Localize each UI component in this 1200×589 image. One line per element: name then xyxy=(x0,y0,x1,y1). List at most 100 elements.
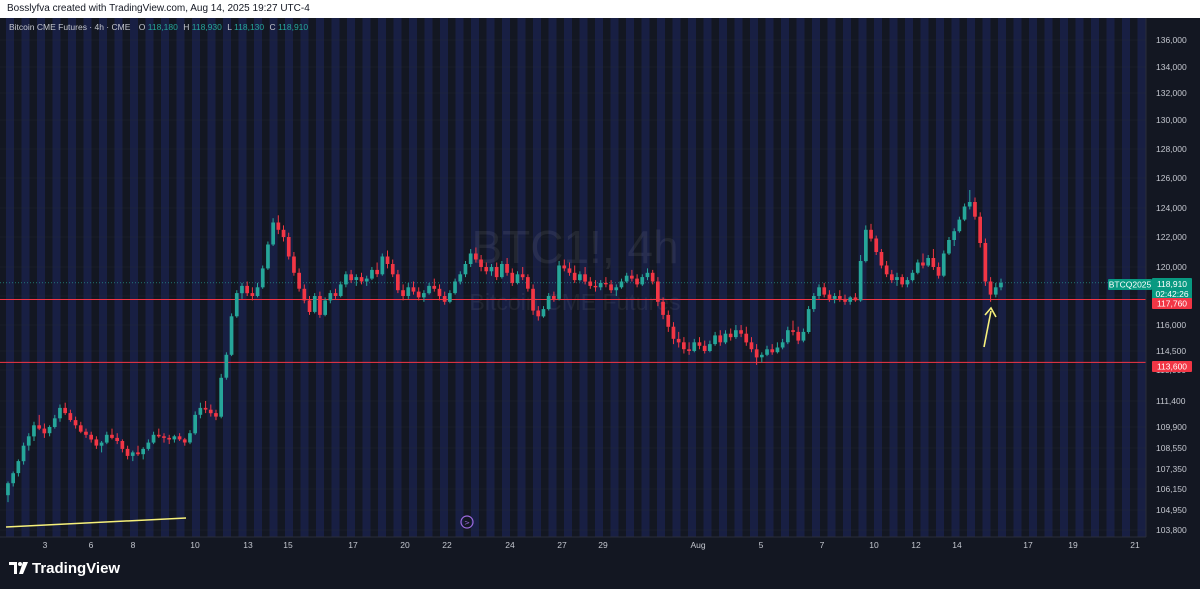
candle-body xyxy=(510,272,515,283)
candle-body xyxy=(203,407,208,410)
candle-body xyxy=(978,216,982,243)
candle-body xyxy=(58,407,62,419)
candle-body xyxy=(900,277,904,285)
candle-body xyxy=(947,240,951,254)
candle-body xyxy=(895,277,899,280)
candle-body xyxy=(957,219,962,232)
session-band xyxy=(83,18,92,537)
candle-body xyxy=(177,436,182,440)
time-tick-label: 15 xyxy=(283,540,293,550)
candle-body xyxy=(869,229,873,239)
candle-body xyxy=(188,433,192,443)
candle-body xyxy=(198,407,203,415)
session-band xyxy=(207,18,216,537)
candle-body xyxy=(219,377,223,417)
candle-body xyxy=(791,330,795,332)
candle-body xyxy=(26,436,31,446)
candle-body xyxy=(427,285,431,294)
chart-area[interactable]: BTC1!, 4h Bitcoin CME Futures > 136,0001… xyxy=(0,18,1200,550)
session-band xyxy=(688,18,696,537)
candle xyxy=(219,373,223,419)
candle-body xyxy=(744,333,749,343)
candle-body xyxy=(692,342,697,351)
candle-body xyxy=(515,274,520,283)
session-band xyxy=(920,18,929,537)
candle-body xyxy=(255,287,260,296)
time-tick-label: 13 xyxy=(243,540,253,550)
candle-body xyxy=(910,272,915,281)
candle-body xyxy=(120,441,125,449)
session-band xyxy=(114,18,123,537)
time-tick-label: 22 xyxy=(442,540,452,550)
session-band xyxy=(99,18,107,537)
candle-body xyxy=(671,326,676,339)
candle-body xyxy=(936,267,941,276)
candle-body xyxy=(276,222,281,230)
session-band xyxy=(843,18,851,537)
legend-open-value: 118,180 xyxy=(148,22,178,32)
candle-body xyxy=(962,206,967,220)
candle-body xyxy=(224,354,229,378)
candle xyxy=(260,265,265,289)
candle-body xyxy=(260,268,265,288)
candle-body xyxy=(437,288,442,297)
candle-body xyxy=(474,253,478,260)
candle-body xyxy=(619,281,624,288)
session-band xyxy=(238,18,247,537)
candle-body xyxy=(302,288,307,301)
session-band xyxy=(130,18,138,537)
candle-body xyxy=(292,256,296,273)
candle-body xyxy=(572,272,577,281)
price-tick-label: 124,000 xyxy=(1156,203,1187,213)
candle-body xyxy=(734,330,738,338)
legend-close-label: C xyxy=(270,22,276,32)
candle-body xyxy=(666,314,671,327)
candle-body xyxy=(422,293,426,298)
candle-body xyxy=(661,301,665,315)
candle xyxy=(229,313,234,357)
candle xyxy=(312,293,317,314)
candle-body xyxy=(364,278,369,282)
candle-body xyxy=(42,428,47,434)
candle-body xyxy=(63,407,67,414)
candle-body xyxy=(156,434,161,437)
candle-body xyxy=(338,284,343,296)
candle xyxy=(380,253,385,276)
candle-body xyxy=(297,272,301,289)
candle-body xyxy=(432,285,437,289)
price-tick-label: 109,900 xyxy=(1156,422,1187,432)
candle-body xyxy=(926,258,930,266)
candle-body xyxy=(6,483,10,496)
price-tick-label: 103,800 xyxy=(1156,525,1187,535)
candle xyxy=(531,284,535,315)
candle-body xyxy=(442,296,447,302)
candle-body xyxy=(214,413,218,417)
candle xyxy=(557,261,561,301)
session-band xyxy=(440,18,448,537)
candle-body xyxy=(723,333,728,343)
candle-body xyxy=(89,434,93,440)
session-band xyxy=(486,18,495,537)
candle-body xyxy=(604,282,608,285)
candle-body xyxy=(578,274,582,281)
session-band xyxy=(533,18,541,537)
candle-body xyxy=(832,296,837,299)
candle-body xyxy=(941,253,946,276)
candle xyxy=(266,241,270,270)
candle-body xyxy=(546,296,551,310)
candle xyxy=(978,212,982,248)
candle-body xyxy=(479,259,483,267)
svg-text:Bitcoin CME Futures · 4h · CME: Bitcoin CME Futures · 4h · CME O 118,180… xyxy=(9,22,308,32)
candle-body xyxy=(94,439,99,446)
candle-body xyxy=(68,413,73,420)
candle-body xyxy=(385,256,390,264)
candle-body xyxy=(453,281,457,294)
bar-countdown: 02:42:26 xyxy=(1155,289,1188,299)
candle-body xyxy=(11,473,15,484)
candle-body xyxy=(697,342,702,346)
candle-body xyxy=(390,264,395,275)
candle-body xyxy=(713,335,717,345)
session-band xyxy=(1013,18,1022,537)
candle-body xyxy=(110,434,114,438)
candle-body xyxy=(687,349,691,351)
